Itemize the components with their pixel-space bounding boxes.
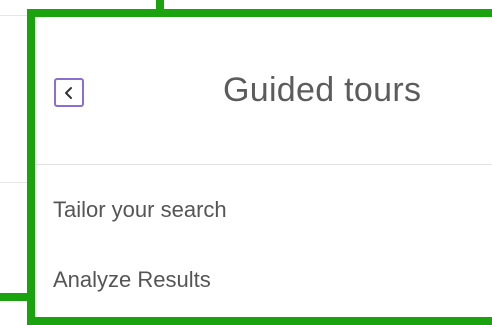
screen: Guided tours Tailor your search Analyze … (0, 0, 492, 325)
panel-header: Guided tours (35, 17, 492, 165)
chevron-left-icon (63, 86, 75, 100)
panel-body: Guided tours Tailor your search Analyze … (35, 17, 492, 317)
background-divider (0, 182, 27, 183)
tour-item-analyze-results[interactable]: Analyze Results (53, 267, 211, 293)
guided-tours-panel: Guided tours Tailor your search Analyze … (27, 9, 492, 325)
tour-item-tailor-your-search[interactable]: Tailor your search (53, 197, 227, 223)
back-button[interactable] (54, 78, 84, 107)
background-divider (0, 15, 27, 16)
panel-title: Guided tours (223, 71, 422, 109)
